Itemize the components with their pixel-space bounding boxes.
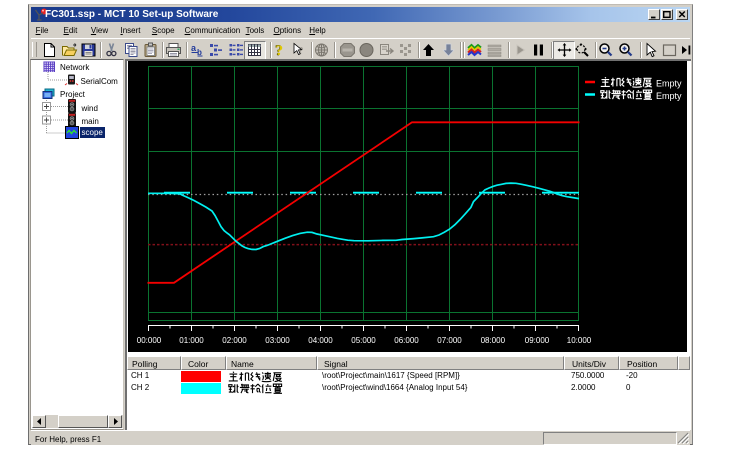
svg-text:?: ? bbox=[275, 43, 283, 58]
